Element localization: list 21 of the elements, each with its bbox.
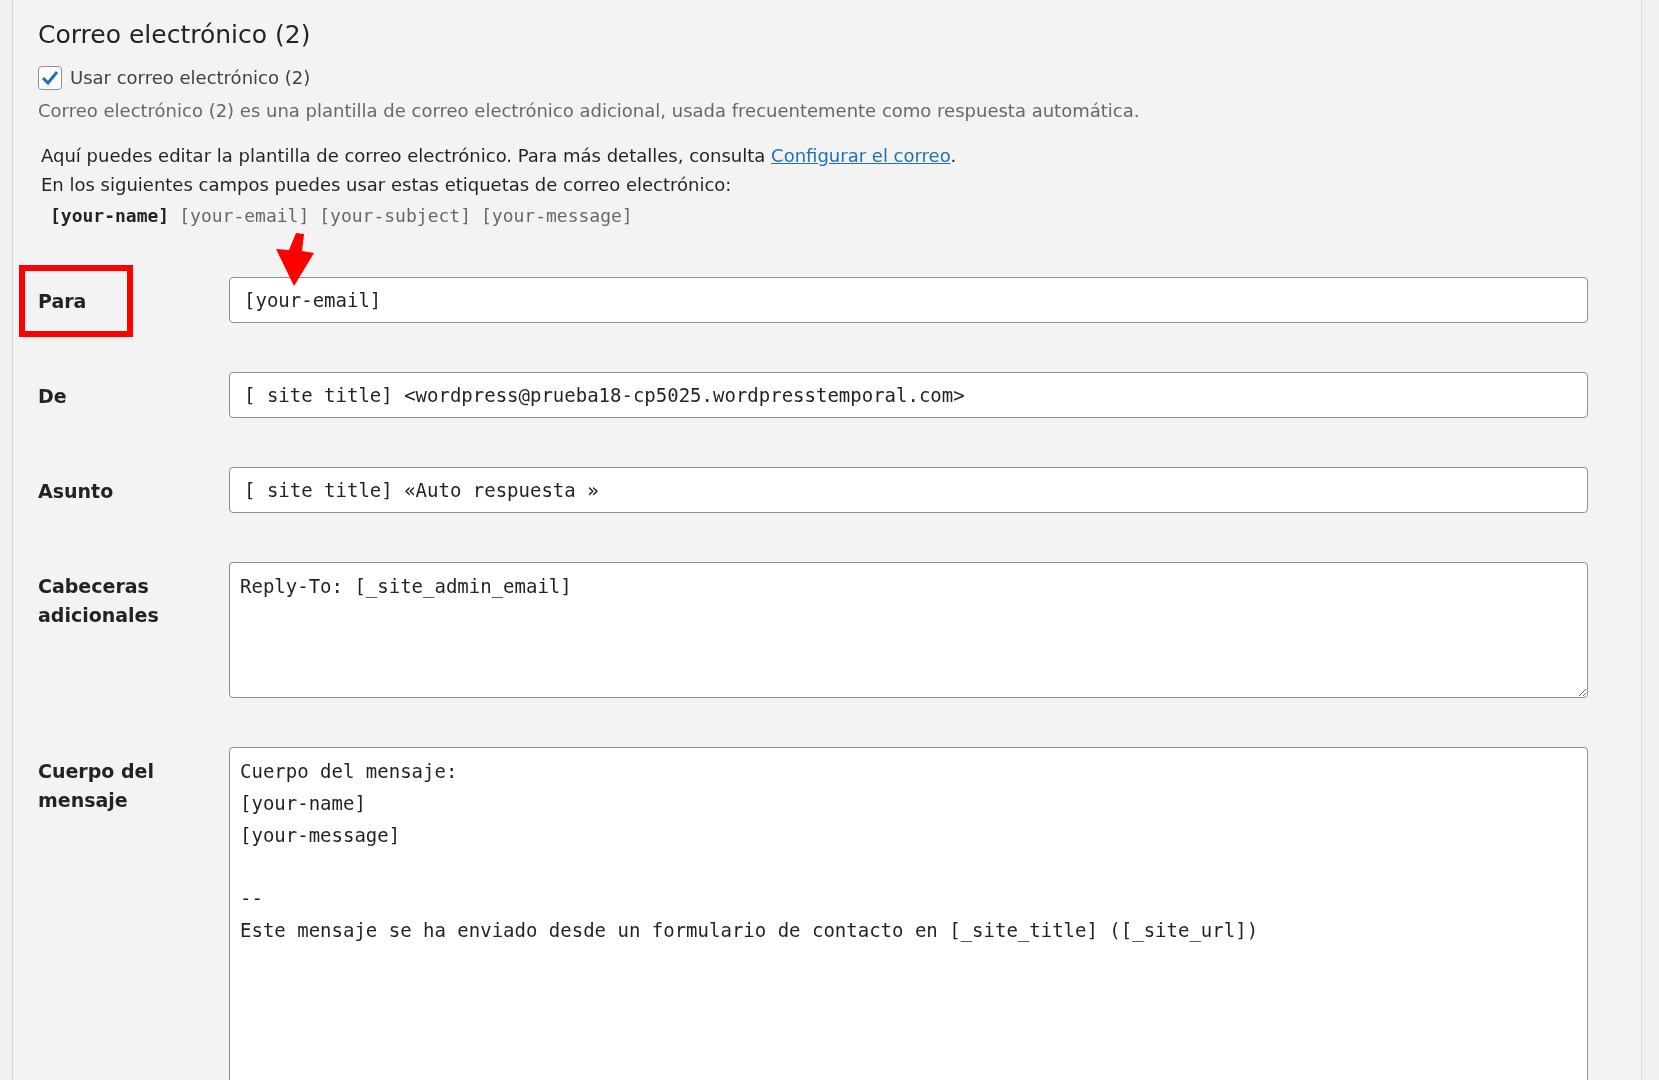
mail-tag: [your-email]	[179, 204, 310, 226]
checkbox[interactable]	[38, 65, 62, 90]
input-field[interactable]: [your-email]	[229, 276, 1588, 323]
mail-tag: [your-subject]	[319, 204, 471, 226]
mail-tag: [your-name]	[50, 204, 170, 226]
section-title: Correo electrónico (2)	[38, 20, 312, 50]
field-label: Cuerpo del mensaje	[38, 758, 155, 814]
field-label: De	[38, 383, 68, 409]
text-area[interactable]: Reply-To: [_site_admin_email]	[229, 561, 1588, 698]
field-label: Cabeceras adicionales	[38, 573, 160, 629]
input-field[interactable]: [_site_title] <wordpress@prueba18-cp5025.wordpresstemporal.com>	[229, 371, 1588, 418]
mail-tag: [your-message]	[481, 204, 633, 226]
help-text: Aquí puedes editar la plantilla de correo electrónico. Para más detalles, consulta Configurar el correo.	[41, 144, 958, 168]
field-label: Asunto	[38, 478, 115, 504]
text-area[interactable]: Cuerpo del mensaje: [your-name] [your-message] -- Este mensaje se ha enviado desde un formulario de contacto en [_site_title] ([_site_url])	[229, 746, 1588, 1080]
description-text: Correo electrónico (2) es una plantilla de correo electrónico adicional, usada frecuentemente como respuesta automática.	[38, 99, 1141, 123]
configure-mail-link[interactable]: Configurar el correo	[771, 145, 951, 166]
checkbox-label[interactable]: Usar correo electrónico (2)	[70, 64, 311, 91]
tags-intro-text: En los siguientes campos puedes usar estas etiquetas de correo electrónico:	[41, 172, 733, 197]
field-label: Para	[38, 288, 88, 314]
input-field[interactable]: [_site_title] «Auto respuesta »	[229, 466, 1588, 513]
